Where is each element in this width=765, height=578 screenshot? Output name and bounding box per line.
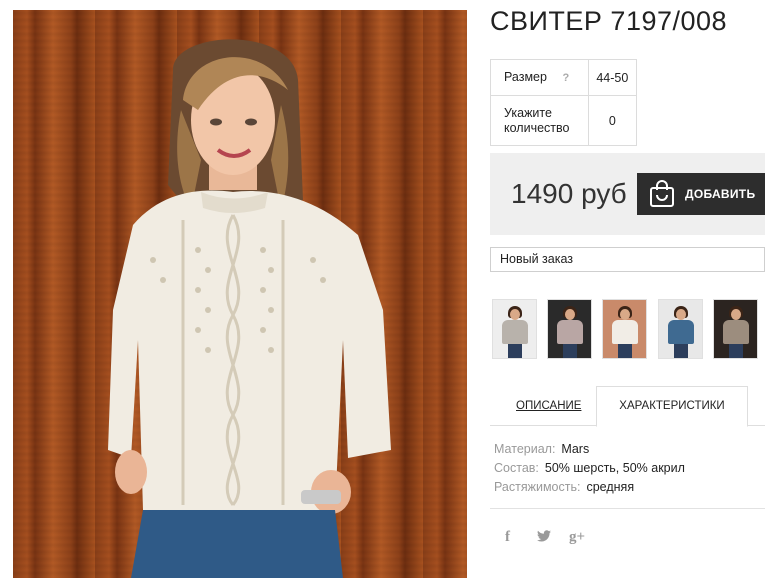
characteristics-list: Материал: Mars Состав: 50% шерсть, 50% акри… xyxy=(494,440,685,497)
size-row: Размер ? 44-50 xyxy=(490,59,638,96)
product-thumbnail[interactable] xyxy=(713,299,758,359)
quantity-label: Укажите количество xyxy=(490,95,589,146)
thumbnail-sweater xyxy=(668,320,694,344)
characteristic-value: средняя xyxy=(586,480,635,494)
product-options-table: Размер ? 44-50 Укажите количество 0 xyxy=(490,59,638,146)
help-icon[interactable]: ? xyxy=(562,72,569,84)
thumbnail-jeans xyxy=(508,344,522,358)
quantity-label-line1: Укажите xyxy=(504,105,552,120)
quantity-label-line2: количество xyxy=(504,120,570,135)
thumbnail-head xyxy=(565,309,575,320)
thumbnail-sweater xyxy=(502,320,528,344)
quantity-row: Укажите количество 0 xyxy=(490,95,638,146)
product-thumbnail[interactable] xyxy=(547,299,592,359)
product-tabs: ОПИСАНИЕ ХАРАКТЕРИСТИКИ xyxy=(490,386,765,427)
characteristic-key: Состав: xyxy=(494,461,539,475)
quantity-field[interactable]: 0 xyxy=(587,95,638,146)
product-thumbnail[interactable] xyxy=(602,299,647,359)
characteristic-value: 50% шерсть, 50% акрил xyxy=(544,461,685,475)
thumbnail-head xyxy=(510,309,520,320)
thumbnail-sweater xyxy=(612,320,638,344)
thumbnail-jeans xyxy=(618,344,632,358)
add-to-cart-label: ДОБАВИТЬ xyxy=(685,187,756,201)
order-select[interactable]: Новый заказ xyxy=(490,247,765,272)
model-figure xyxy=(108,39,391,578)
thumbnail-sweater xyxy=(557,320,583,344)
tab-characteristics[interactable]: ХАРАКТЕРИСТИКИ xyxy=(596,386,748,427)
thumbnail-sweater xyxy=(723,320,749,344)
add-to-cart-button[interactable]: ДОБАВИТЬ xyxy=(637,173,765,215)
size-value[interactable]: 44-50 xyxy=(587,59,638,96)
googleplus-icon[interactable]: g+ xyxy=(569,529,585,546)
product-main-image[interactable] xyxy=(13,10,467,578)
twitter-bird-icon xyxy=(537,530,551,542)
characteristic-key: Материал: xyxy=(494,442,556,456)
divider xyxy=(490,508,765,509)
thumbnail-head xyxy=(676,309,686,320)
size-label: Размер xyxy=(504,69,547,84)
characteristic-key: Растяжимость: xyxy=(494,480,581,494)
thumbnail-jeans xyxy=(563,344,577,358)
characteristic-row: Растяжимость: средняя xyxy=(494,478,685,497)
thumbnail-head xyxy=(620,309,630,320)
twitter-icon[interactable] xyxy=(537,529,551,546)
thumbnail-jeans xyxy=(729,344,743,358)
price-panel: 1490 руб ДОБАВИТЬ xyxy=(490,153,765,235)
facebook-icon[interactable]: f xyxy=(505,529,510,546)
shopping-bag-icon xyxy=(650,180,674,207)
product-thumbnail[interactable] xyxy=(492,299,537,359)
thumbnail-jeans xyxy=(674,344,688,358)
thumbnail-strip xyxy=(492,299,765,359)
product-price: 1490 руб xyxy=(511,178,627,209)
thumbnail-head xyxy=(731,309,741,320)
characteristic-value: Mars xyxy=(561,442,590,456)
product-title: СВИТЕР 7197/008 xyxy=(490,6,728,36)
characteristic-row: Состав: 50% шерсть, 50% акрил xyxy=(494,459,685,478)
product-thumbnail[interactable] xyxy=(658,299,703,359)
size-label-cell: Размер ? xyxy=(490,59,589,96)
characteristic-row: Материал: Mars xyxy=(494,440,685,459)
tab-description[interactable]: ОПИСАНИЕ xyxy=(516,400,581,412)
